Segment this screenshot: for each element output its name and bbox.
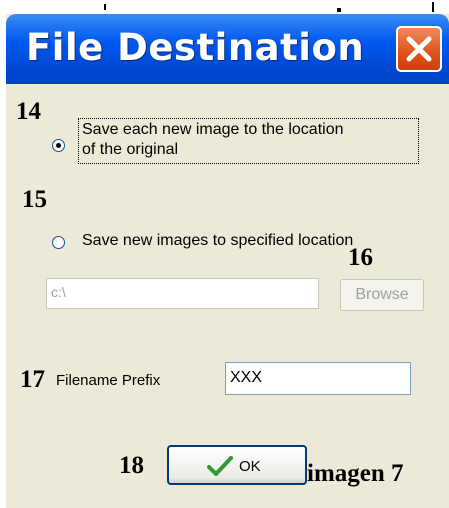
save-original-label-line2[interactable]: of the original — [82, 140, 178, 160]
title-bar: File Destination — [6, 14, 449, 84]
background-strip — [0, 0, 449, 14]
ok-label: OK — [239, 457, 261, 475]
save-specified-radio[interactable] — [52, 236, 65, 249]
save-original-radio[interactable] — [52, 139, 65, 152]
annotation-14: 14 — [16, 98, 41, 125]
filename-prefix-label: Filename Prefix — [56, 372, 161, 389]
annotation-15: 15 — [22, 186, 47, 213]
radio-selected-dot — [56, 143, 61, 148]
dialog-title: File Destination — [26, 26, 365, 69]
file-destination-dialog: File Destination 14 Save each new image … — [6, 14, 449, 508]
background-mark — [104, 4, 106, 10]
filename-prefix-input[interactable]: XXX — [225, 362, 411, 395]
save-original-label-line1[interactable]: Save each new image to the location — [82, 120, 344, 140]
background-mark — [337, 8, 341, 12]
annotation-16: 16 — [348, 244, 373, 271]
ok-button[interactable]: OK — [167, 445, 307, 485]
close-button[interactable] — [396, 26, 442, 72]
image-caption: imagen 7 — [307, 460, 404, 487]
save-specified-label[interactable]: Save new images to specified location — [82, 231, 353, 251]
destination-path-field[interactable]: c:\ — [46, 278, 319, 309]
close-icon — [406, 36, 432, 62]
browse-button[interactable]: Browse — [340, 279, 424, 311]
annotation-17: 17 — [20, 366, 45, 393]
checkmark-icon — [207, 456, 233, 476]
annotation-18: 18 — [119, 452, 144, 479]
background-mark — [432, 2, 434, 12]
